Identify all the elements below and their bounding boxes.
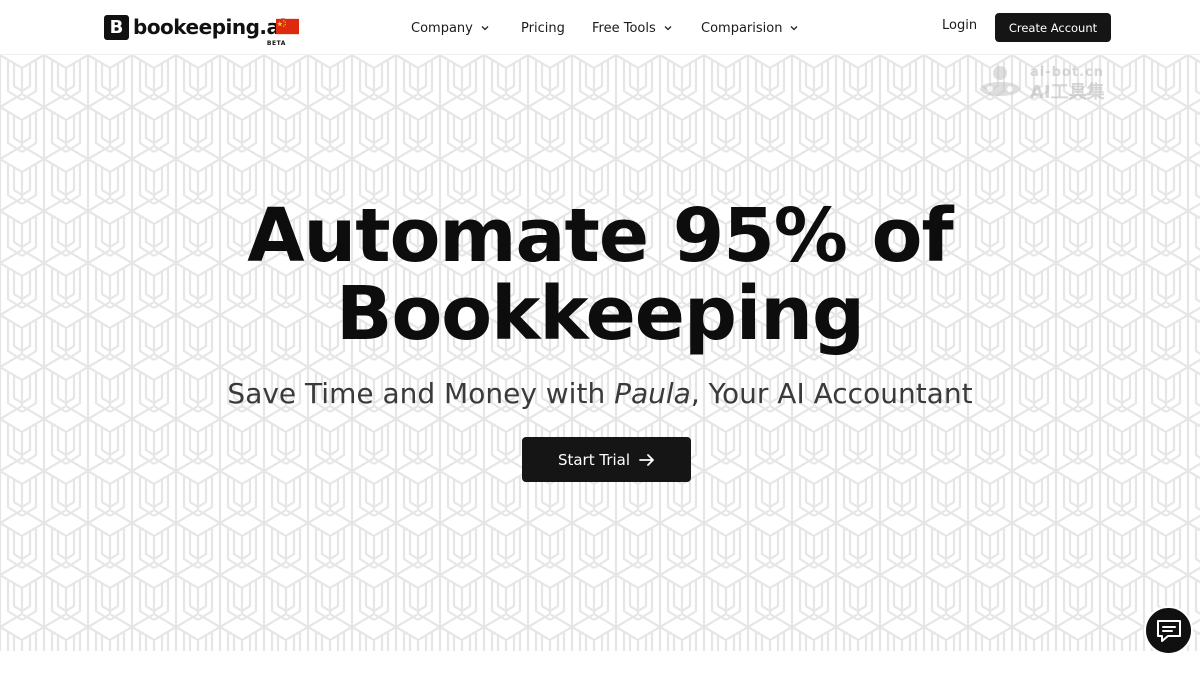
hero-section: ai-bot.cn AI工具集 Automate 95% of Bookkeep… <box>0 55 1200 651</box>
subtitle-name: Paula <box>614 377 691 410</box>
start-trial-label: Start Trial <box>557 450 631 469</box>
brand-logo[interactable]: B bookeeping.ai BETA <box>104 14 286 47</box>
headline-line-1: Automate 95% of <box>247 193 953 279</box>
page: B bookeeping.ai BETA Company Pricing Fre… <box>0 0 1200 675</box>
nav-pricing[interactable]: Pricing <box>521 18 565 38</box>
subtitle-after: , Your AI Accountant <box>690 377 973 410</box>
hero-subtitle: Save Time and Money with Paula, Your AI … <box>0 377 1200 410</box>
nav-comparision[interactable]: Comparision <box>701 18 799 38</box>
chevron-down-icon <box>790 26 798 31</box>
chevron-down-icon <box>664 26 672 31</box>
nav-pricing-label: Pricing <box>521 20 565 36</box>
nav-comparision-label: Comparision <box>701 20 783 36</box>
china-flag-icon[interactable] <box>276 18 299 35</box>
brand-name: bookeeping.ai BETA <box>133 15 286 47</box>
hero-headline: Automate 95% of Bookkeeping <box>0 197 1200 353</box>
watermark: ai-bot.cn AI工具集 <box>976 63 1126 103</box>
top-navbar: B bookeeping.ai BETA Company Pricing Fre… <box>0 0 1200 55</box>
headline-line-2: Bookkeeping <box>336 271 865 357</box>
chat-icon <box>1156 619 1181 642</box>
watermark-title: AI工具集 <box>1030 82 1105 103</box>
logo-mark-icon: B <box>104 14 129 40</box>
robot-icon <box>980 66 1020 96</box>
nav-free-tools[interactable]: Free Tools <box>592 18 673 38</box>
login-link[interactable]: Login <box>942 18 977 33</box>
subtitle-before: Save Time and Money with <box>227 377 615 410</box>
beta-badge: BETA <box>266 40 286 47</box>
hero-bottom-edge <box>0 651 1200 675</box>
chat-widget-button[interactable] <box>1144 606 1193 655</box>
create-account-button[interactable]: Create Account <box>995 13 1111 42</box>
arrow-right-icon <box>639 453 654 466</box>
nav-company-label: Company <box>411 20 473 36</box>
start-trial-button[interactable]: Start Trial <box>522 437 691 482</box>
chevron-down-icon <box>481 26 489 31</box>
nav-free-tools-label: Free Tools <box>592 20 656 36</box>
nav-company[interactable]: Company <box>411 18 490 38</box>
brand-name-text: bookeeping.ai <box>133 15 286 39</box>
